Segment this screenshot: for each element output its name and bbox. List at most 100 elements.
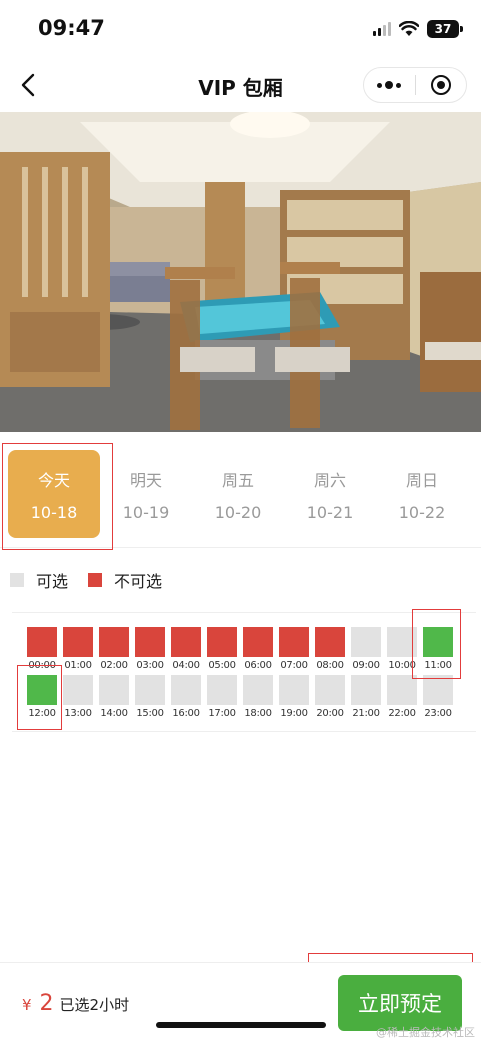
legend-available-label: 可选 xyxy=(36,572,69,591)
time-slot-label: 12:00 xyxy=(28,708,56,719)
time-slot-box xyxy=(279,675,309,705)
miniprogram-capsule xyxy=(363,67,467,103)
time-slot-label: 11:00 xyxy=(424,660,452,671)
time-slot-label: 20:00 xyxy=(316,708,344,719)
time-slot-box xyxy=(315,627,345,657)
date-tabs: 今天 10-18 明天 10-19 周五 10-20 周六 10-21 周日 1… xyxy=(0,432,481,548)
time-slot-box xyxy=(279,627,309,657)
target-icon xyxy=(430,75,451,95)
time-slot-box xyxy=(27,627,57,657)
status-icons: 37 xyxy=(373,20,463,38)
time-slot-box xyxy=(315,675,345,705)
time-slot-label: 14:00 xyxy=(100,708,128,719)
time-slot[interactable]: 23:00 xyxy=(423,675,453,721)
selected-hours: 已选2小时 xyxy=(59,996,130,1014)
date-tab-day: 今天 xyxy=(37,470,70,490)
time-slot-label: 17:00 xyxy=(208,708,236,719)
time-slot-label: 03:00 xyxy=(136,660,164,671)
date-tab-day: 周六 xyxy=(313,470,346,490)
date-tab-friday[interactable]: 周五 10-20 xyxy=(192,450,284,538)
wifi-icon xyxy=(399,21,419,36)
time-slot[interactable]: 19:00 xyxy=(279,675,309,721)
watermark: @稀土掘金技术社区 xyxy=(376,1026,475,1039)
time-slot[interactable]: 10:00 xyxy=(387,627,417,673)
time-slot[interactable]: 12:00 xyxy=(27,675,57,721)
time-slot[interactable]: 09:00 xyxy=(351,627,381,673)
time-slot-label: 04:00 xyxy=(172,660,200,671)
time-slot[interactable]: 15:00 xyxy=(135,675,165,721)
time-slot-box xyxy=(351,627,381,657)
unavailable-swatch xyxy=(88,573,103,587)
close-miniprogram-button[interactable] xyxy=(416,68,467,102)
time-slot[interactable]: 03:00 xyxy=(135,627,165,673)
time-slot[interactable]: 07:00 xyxy=(279,627,309,673)
time-slot-box xyxy=(135,675,165,705)
time-slot-box xyxy=(351,675,381,705)
time-slot-box xyxy=(423,675,453,705)
time-slot-label: 18:00 xyxy=(244,708,272,719)
time-slot-box xyxy=(171,675,201,705)
time-slot[interactable]: 16:00 xyxy=(171,675,201,721)
time-slot[interactable]: 02:00 xyxy=(99,627,129,673)
time-slot-label: 21:00 xyxy=(352,708,380,719)
legend-unavailable-label: 不可选 xyxy=(114,572,163,591)
date-tab-date: 10-19 xyxy=(122,502,170,522)
time-slot-box xyxy=(99,627,129,657)
battery-icon: 37 xyxy=(427,20,463,38)
status-time: 09:47 xyxy=(38,16,105,40)
time-slot-box xyxy=(207,675,237,705)
time-slot[interactable]: 06:00 xyxy=(243,627,273,673)
date-tab-date: 10-18 xyxy=(30,502,78,522)
time-slot[interactable]: 21:00 xyxy=(351,675,381,721)
date-tab-tomorrow[interactable]: 明天 10-19 xyxy=(100,450,192,538)
time-slot-label: 07:00 xyxy=(280,660,308,671)
time-slot[interactable]: 17:00 xyxy=(207,675,237,721)
time-slot[interactable]: 14:00 xyxy=(99,675,129,721)
time-slot-box xyxy=(63,675,93,705)
time-slot[interactable]: 05:00 xyxy=(207,627,237,673)
time-slot[interactable]: 08:00 xyxy=(315,627,345,673)
time-slot-label: 23:00 xyxy=(424,708,452,719)
time-slot-label: 09:00 xyxy=(352,660,380,671)
date-tab-day: 周五 xyxy=(221,470,254,490)
time-slot[interactable]: 11:00 xyxy=(423,627,453,673)
book-now-button[interactable]: 立即预定 xyxy=(338,975,462,1031)
legend-available: 可选 xyxy=(10,568,68,592)
time-slot-box xyxy=(423,627,453,657)
nav-bar: VIP 包厢 xyxy=(0,60,481,112)
date-tab-sunday[interactable]: 周日 10-22 xyxy=(376,450,468,538)
time-slot-box xyxy=(243,675,273,705)
date-tab-day: 明天 xyxy=(129,470,162,490)
time-slot[interactable]: 00:00 xyxy=(27,627,57,673)
time-slot-label: 01:00 xyxy=(64,660,92,671)
time-slot-box xyxy=(135,627,165,657)
time-slot-box xyxy=(27,675,57,705)
time-slot[interactable]: 18:00 xyxy=(243,675,273,721)
time-slot[interactable]: 22:00 xyxy=(387,675,417,721)
time-slot[interactable]: 13:00 xyxy=(63,675,93,721)
time-slot-label: 13:00 xyxy=(64,708,92,719)
time-slot[interactable]: 01:00 xyxy=(63,627,93,673)
signal-icon xyxy=(373,22,391,36)
date-tab-date: 10-20 xyxy=(214,502,262,522)
time-slot[interactable]: 20:00 xyxy=(315,675,345,721)
home-indicator xyxy=(156,1022,326,1028)
time-slot[interactable]: 04:00 xyxy=(171,627,201,673)
date-tab-today[interactable]: 今天 10-18 xyxy=(8,450,100,538)
legend-unavailable: 不可选 xyxy=(88,568,162,592)
date-tab-saturday[interactable]: 周六 10-21 xyxy=(284,450,376,538)
time-slot-box xyxy=(387,627,417,657)
time-slot-box xyxy=(387,675,417,705)
time-slot-label: 19:00 xyxy=(280,708,308,719)
time-slot-label: 00:00 xyxy=(28,660,56,671)
room-photo xyxy=(0,112,481,432)
time-slot-label: 22:00 xyxy=(388,708,416,719)
time-slot-box xyxy=(99,675,129,705)
time-slot-grid: 00:00 01:00 02:00 03:00 04:00 05:00 06:00 07:00… xyxy=(12,612,476,732)
date-tab-date: 10-22 xyxy=(398,502,446,522)
time-slot-box xyxy=(171,627,201,657)
time-slot-label: 02:00 xyxy=(100,660,128,671)
more-button[interactable] xyxy=(364,68,415,102)
currency-symbol: ¥ xyxy=(22,996,32,1014)
status-bar: 09:47 37 xyxy=(0,0,481,60)
